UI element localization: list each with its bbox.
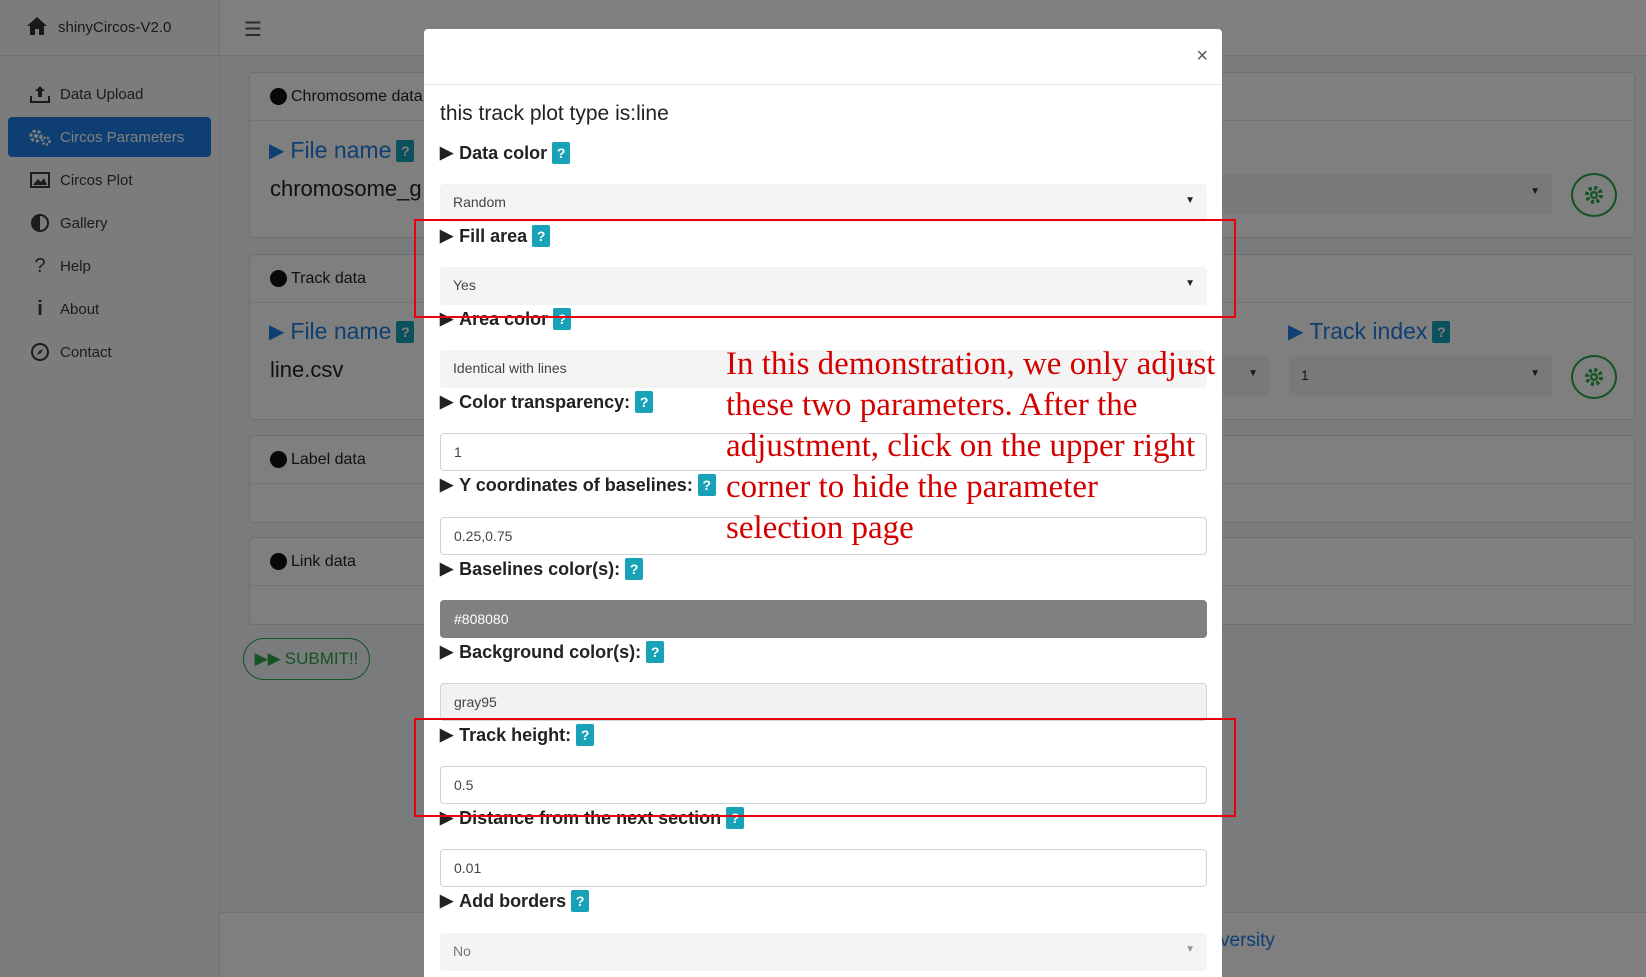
field-label-text: Background color(s): <box>459 641 642 662</box>
close-icon[interactable]: × <box>1196 45 1208 68</box>
field-label-text: Add borders <box>459 890 567 911</box>
play-icon: ▶ <box>440 143 454 162</box>
annotation-note: In this demonstration, we only adjust th… <box>726 346 1216 546</box>
field-label-text: Color transparency: <box>459 391 631 412</box>
select-value: Identical with lines <box>453 360 567 376</box>
help-badge[interactable]: ? <box>625 558 644 580</box>
data-color-label: ▶ Data color ? <box>440 142 571 164</box>
color-transparency-label: ▶ Color transparency: ? <box>440 391 654 413</box>
help-badge[interactable]: ? <box>552 142 571 164</box>
baselines-color-input[interactable]: #808080 <box>440 600 1207 638</box>
play-icon: ▶ <box>440 392 454 411</box>
distance-next-input[interactable]: 0.01 <box>440 849 1207 887</box>
help-badge[interactable]: ? <box>571 890 590 912</box>
baselines-color-label: ▶ Baselines color(s): ? <box>440 558 644 580</box>
y-baselines-label: ▶ Y coordinates of baselines: ? <box>440 474 716 496</box>
play-icon: ▶ <box>440 891 454 910</box>
highlight-box-fill-area <box>414 219 1236 318</box>
field-label-text: Baselines color(s): <box>459 558 621 579</box>
field-label-text: Data color <box>459 142 548 163</box>
background-color-input[interactable]: gray95 <box>440 683 1207 721</box>
modal-title: this track plot type is:line <box>440 102 669 125</box>
add-borders-select[interactable]: No ▼ <box>440 933 1207 971</box>
select-value: Random <box>453 194 506 210</box>
background-color-label: ▶ Background color(s): ? <box>440 641 665 663</box>
highlight-box-track-height <box>414 718 1236 817</box>
play-icon: ▶ <box>440 475 454 494</box>
modal-header: × <box>424 29 1222 85</box>
help-badge[interactable]: ? <box>646 641 665 663</box>
data-color-select[interactable]: Random ▼ <box>440 184 1207 222</box>
caret-down-icon: ▼ <box>1185 944 1195 955</box>
add-borders-label: ▶ Add borders ? <box>440 890 590 912</box>
caret-down-icon: ▼ <box>1185 195 1195 206</box>
select-value: No <box>453 943 471 959</box>
help-badge[interactable]: ? <box>635 391 654 413</box>
help-badge[interactable]: ? <box>697 474 716 496</box>
play-icon: ▶ <box>440 559 454 578</box>
play-icon: ▶ <box>440 642 454 661</box>
field-label-text: Y coordinates of baselines: <box>459 474 693 495</box>
